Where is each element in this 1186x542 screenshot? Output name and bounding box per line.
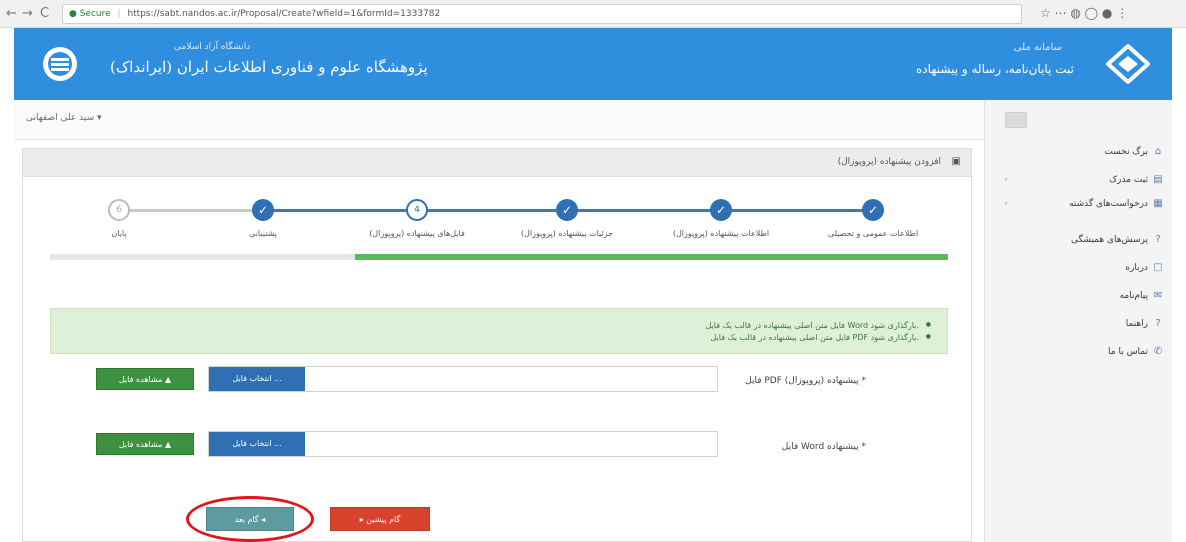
system-subtitle: سامانه ملی <box>1013 42 1062 53</box>
sidebar-item-messages[interactable]: پیام‌نامه ✉ <box>990 286 1164 306</box>
panel-header: افزودن پیشنهاده (پروپوزال) ▣ <box>23 149 971 177</box>
progress-fill <box>355 254 948 260</box>
word-upload-label: فایل Word پیشنهاده * <box>781 442 866 452</box>
university-subtitle: دانشگاه آزاد اسلامی <box>174 42 251 52</box>
user-bar: سید علی اصفهانی ▾ <box>14 100 984 140</box>
document-icon: ▤ <box>1153 174 1163 185</box>
phone-icon: ✆ <box>1153 346 1163 357</box>
wizard-step-1[interactable]: ✓ <box>862 199 884 221</box>
address-bar[interactable]: ● Secure | https://sabt.nandos.ac.ir/Pro… <box>62 4 1022 24</box>
sidebar-item-label: پرسش‌های همیشگی <box>1070 235 1148 245</box>
url-text: https://sabt.nandos.ac.ir/Proposal/Creat… <box>127 9 441 19</box>
previous-step-button[interactable]: ▸ گام پیشین <box>330 507 430 531</box>
app-header: دانشگاه آزاد اسلامی پژوهشگاه علوم و فناو… <box>14 28 1172 100</box>
wizard-step-2[interactable]: ✓ <box>710 199 732 221</box>
info-icon: ▢ <box>1153 262 1163 273</box>
sidebar-item-history[interactable]: ‹ درخواست‌های گذشته ▦ <box>990 194 1164 214</box>
browser-extension-icons[interactable]: ☆ ⋯ ◍ ◯ ● ⋮ <box>1040 6 1128 20</box>
sidebar: برگ نخست ⌂ ‹ ثبت مدرک ▤ ‹ درخواست‌های گذ… <box>984 100 1172 542</box>
wizard-track-pending <box>130 209 258 212</box>
reload-icon[interactable]: C <box>40 6 49 21</box>
sidebar-toggle-icon[interactable] <box>1005 112 1027 128</box>
chevron-left-icon: ‹ <box>1004 199 1008 209</box>
wizard-step-4-label: فایل‌های پیشنهاده (پروپوزال) <box>369 229 465 238</box>
sidebar-item-label: پیام‌نامه <box>1119 291 1148 301</box>
sidebar-item-label: درخواست‌های گذشته <box>1069 199 1148 209</box>
alert-line-2: فایل متن اصلی پیشنهاده در قالب یک فایل P… <box>711 333 931 342</box>
wizard-step-1-label: اطلاعات عمومی و تحصیلی <box>827 229 919 238</box>
secure-label: ● Secure <box>69 9 111 19</box>
user-menu[interactable]: سید علی اصفهانی ▾ <box>26 113 102 123</box>
system-logo-icon <box>1106 44 1150 84</box>
pdf-view-file-button[interactable]: مشاهده فایل ▲ <box>96 368 194 390</box>
question-icon: ? <box>1155 234 1161 245</box>
next-step-button[interactable]: گام بعد ◂ <box>206 507 294 531</box>
forward-icon[interactable]: → <box>22 6 33 21</box>
sidebar-item-label: راهنما <box>1125 319 1148 329</box>
sidebar-item-label: برگ نخست <box>1104 147 1148 157</box>
help-icon: ? <box>1155 318 1161 329</box>
wizard-step-3[interactable]: ✓ <box>556 199 578 221</box>
sidebar-item-home[interactable]: برگ نخست ⌂ <box>990 142 1164 162</box>
wizard-step-3-label: جزئیات پیشنهاده (پروپوزال) <box>520 229 614 238</box>
sidebar-item-label: ثبت مدرک <box>1109 175 1148 185</box>
university-logo-icon <box>43 47 77 81</box>
wizard-step-2-label: اطلاعات پیشنهاده (پروپوزال) <box>672 229 770 238</box>
progress-bar <box>50 254 948 260</box>
info-alert: فایل متن اصلی پیشنهاده در قالب یک فایل W… <box>50 308 948 354</box>
sidebar-item-about[interactable]: درباره ▢ <box>990 258 1164 278</box>
sidebar-item-register[interactable]: ‹ ثبت مدرک ▤ <box>990 170 1164 190</box>
pdf-upload-field[interactable]: انتخاب فایل ... <box>208 366 718 392</box>
system-title: ثبت پایان‌نامه، رساله و پیشنهاده <box>915 62 1074 76</box>
panel-icon: ▣ <box>951 156 961 167</box>
wizard-step-6[interactable]: 6 <box>108 199 130 221</box>
browser-toolbar: ← → C ● Secure | https://sabt.nandos.ac.… <box>0 0 1186 28</box>
sidebar-item-help[interactable]: راهنما ? <box>990 314 1164 334</box>
pdf-choose-file-button[interactable]: انتخاب فایل ... <box>209 367 305 391</box>
wizard-step-5-label: پشتیبانی <box>249 229 277 238</box>
pdf-upload-label: فایل PDF (پروپوزال) پیشنهاده * <box>745 376 866 386</box>
wizard-step-5[interactable]: ✓ <box>252 199 274 221</box>
list-icon: ▦ <box>1153 198 1163 209</box>
mail-icon: ✉ <box>1153 290 1163 301</box>
word-upload-field[interactable]: انتخاب فایل ... <box>208 431 718 457</box>
word-choose-file-button[interactable]: انتخاب فایل ... <box>209 432 305 456</box>
sidebar-item-contact[interactable]: تماس با ما ✆ <box>990 342 1164 362</box>
home-icon: ⌂ <box>1154 146 1162 157</box>
sidebar-item-faq[interactable]: پرسش‌های همیشگی ? <box>990 230 1164 250</box>
wizard-step-6-label: پایان <box>111 229 127 238</box>
sidebar-item-label: درباره <box>1125 263 1148 273</box>
alert-line-1: فایل متن اصلی پیشنهاده در قالب یک فایل W… <box>706 321 932 330</box>
back-icon[interactable]: ← <box>6 6 17 21</box>
sidebar-item-label: تماس با ما <box>1108 347 1148 357</box>
wizard-step-4[interactable]: 4 <box>406 199 428 221</box>
panel-title: افزودن پیشنهاده (پروپوزال) <box>837 157 941 167</box>
university-title: پژوهشگاه علوم و فناوری اطلاعات ایران (ای… <box>110 58 428 76</box>
word-view-file-button[interactable]: مشاهده فایل ▲ <box>96 433 194 455</box>
chevron-left-icon: ‹ <box>1004 175 1008 185</box>
